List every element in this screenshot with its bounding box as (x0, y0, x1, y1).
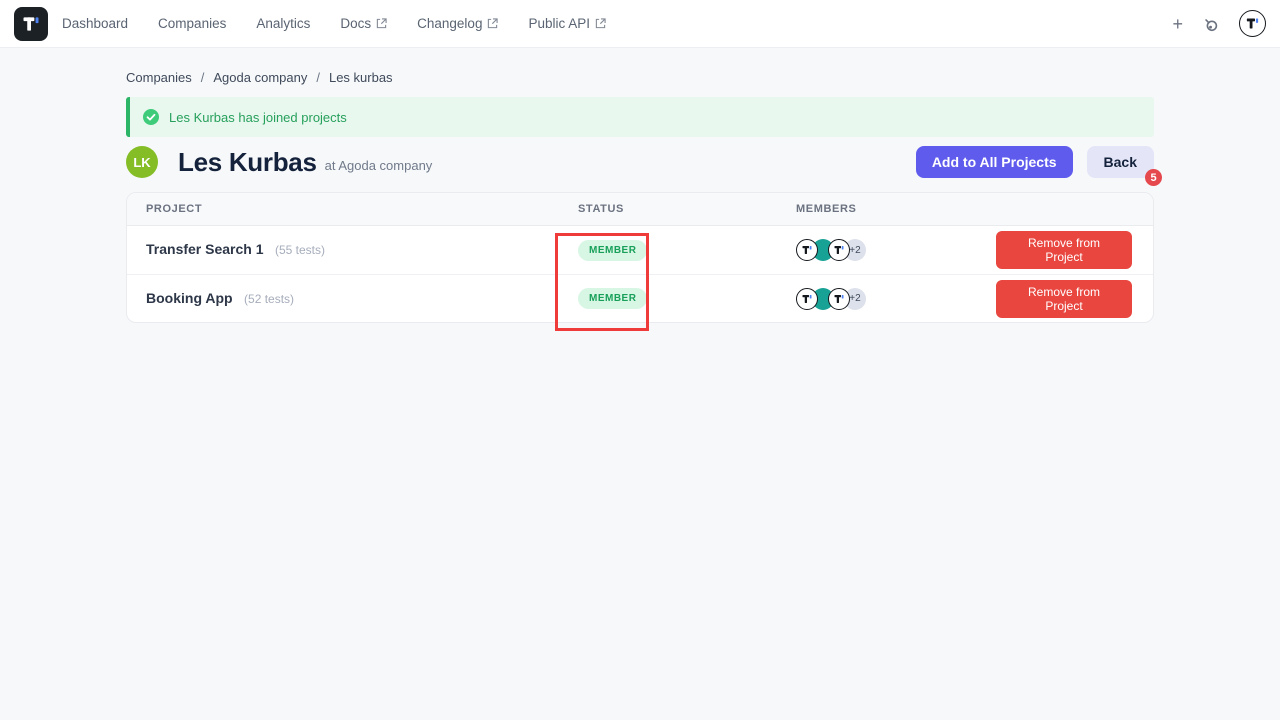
project-tests-count: (52 tests) (244, 292, 294, 306)
actions-cell: Remove from Project (996, 280, 1153, 318)
t-logo-icon (801, 244, 813, 256)
status-cell: MEMBER (578, 240, 796, 261)
search-icon[interactable] (1202, 15, 1220, 33)
project-tests-count: (55 tests) (275, 243, 325, 257)
nav-label: Analytics (256, 16, 310, 31)
t-logo-icon (833, 244, 845, 256)
members-cell: +2 (796, 288, 996, 310)
project-cell: Transfer Search 1 (55 tests) (127, 241, 578, 259)
nav-right-controls: + (1172, 10, 1266, 37)
t-logo-icon (833, 293, 845, 305)
success-banner: Les Kurbas has joined projects (126, 97, 1154, 137)
column-header-status: STATUS (578, 203, 796, 215)
t-logo-icon (21, 14, 41, 34)
external-link-icon (487, 18, 498, 29)
t-logo-icon (801, 293, 813, 305)
top-navigation: Dashboard Companies Analytics Docs Chang… (0, 0, 1280, 48)
breadcrumb-companies[interactable]: Companies (126, 70, 192, 85)
actions-cell: Remove from Project (996, 231, 1153, 269)
breadcrumb: Companies / Agoda company / Les kurbas (126, 70, 1154, 85)
external-link-icon (595, 18, 606, 29)
table-row: Transfer Search 1 (55 tests) MEMBER +2 R… (127, 226, 1153, 274)
members-cell: +2 (796, 239, 996, 261)
header-actions: Add to All Projects Back 5 (916, 146, 1154, 178)
member-avatar-logo[interactable] (828, 288, 850, 310)
table-header-row: PROJECT STATUS MEMBERS (127, 193, 1153, 226)
page-title: Les Kurbas (178, 147, 317, 178)
member-avatar-logo[interactable] (828, 239, 850, 261)
breadcrumb-separator: / (316, 70, 320, 85)
nav-item-public-api[interactable]: Public API (528, 16, 606, 31)
remove-from-project-button[interactable]: Remove from Project (996, 231, 1132, 269)
nav-item-analytics[interactable]: Analytics (256, 16, 310, 31)
success-check-icon (143, 109, 159, 125)
nav-label: Docs (340, 16, 371, 31)
status-badge: MEMBER (578, 240, 647, 261)
nav-label: Companies (158, 16, 226, 31)
back-button[interactable]: Back (1087, 146, 1154, 178)
status-cell: MEMBER (578, 288, 796, 309)
breadcrumb-separator: / (201, 70, 205, 85)
remove-from-project-button[interactable]: Remove from Project (996, 280, 1132, 318)
breadcrumb-current-page: Les kurbas (329, 70, 393, 85)
status-badge: MEMBER (578, 288, 647, 309)
member-avatar-logo[interactable] (796, 239, 818, 261)
project-name: Transfer Search 1 (146, 241, 264, 257)
app-logo[interactable] (14, 7, 48, 41)
project-name: Booking App (146, 290, 233, 306)
table-row: Booking App (52 tests) MEMBER +2 Remove … (127, 274, 1153, 322)
profile-header: LK Les Kurbas at Agoda company Add to Al… (126, 146, 1154, 178)
nav-item-dashboard[interactable]: Dashboard (62, 16, 128, 31)
nav-item-changelog[interactable]: Changelog (417, 16, 498, 31)
add-to-all-projects-button[interactable]: Add to All Projects (916, 146, 1073, 178)
t-logo-icon (1245, 16, 1260, 31)
banner-message: Les Kurbas has joined projects (169, 110, 347, 125)
projects-table: PROJECT STATUS MEMBERS Transfer Search 1… (126, 192, 1154, 323)
member-avatar-logo[interactable] (796, 288, 818, 310)
back-button-wrapper: Back 5 (1087, 146, 1154, 178)
nav-item-docs[interactable]: Docs (340, 16, 387, 31)
add-icon[interactable]: + (1172, 15, 1183, 33)
notification-badge: 5 (1145, 169, 1162, 186)
page-subtitle: at Agoda company (325, 158, 433, 178)
project-cell: Booking App (52 tests) (127, 290, 578, 308)
nav-label: Public API (528, 16, 590, 31)
user-avatar[interactable] (1239, 10, 1266, 37)
external-link-icon (376, 18, 387, 29)
profile-avatar: LK (126, 146, 158, 178)
nav-label: Changelog (417, 16, 482, 31)
breadcrumb-agoda-company[interactable]: Agoda company (213, 70, 307, 85)
column-header-members: MEMBERS (796, 203, 996, 215)
nav-label: Dashboard (62, 16, 128, 31)
nav-item-companies[interactable]: Companies (158, 16, 226, 31)
column-header-project: PROJECT (127, 203, 578, 215)
page-content: Companies / Agoda company / Les kurbas L… (126, 48, 1154, 323)
main-nav: Dashboard Companies Analytics Docs Chang… (62, 16, 606, 31)
